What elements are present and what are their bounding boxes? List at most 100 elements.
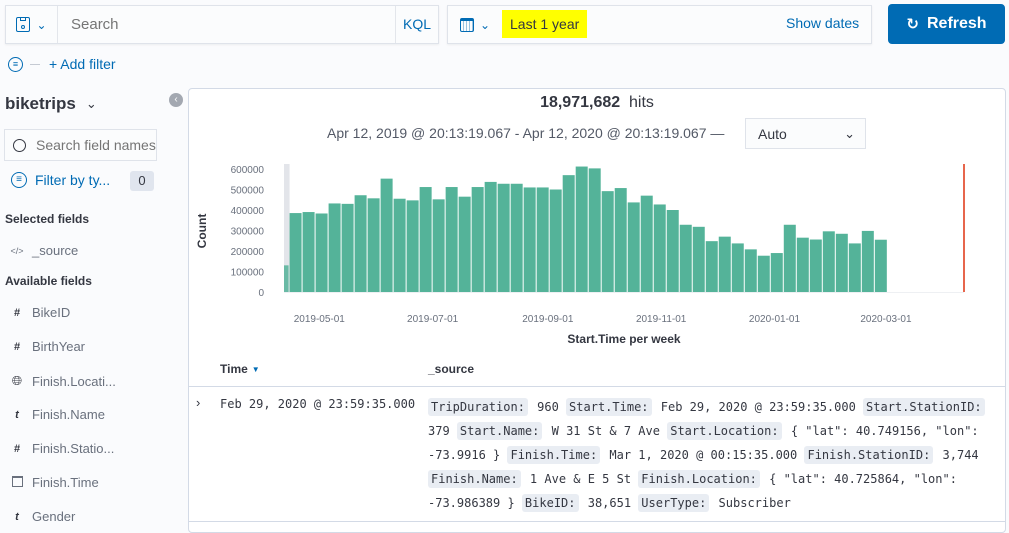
refresh-label: Refresh xyxy=(927,15,987,32)
x-tick-label: 2020-01-01 xyxy=(749,314,801,325)
histogram-bar[interactable] xyxy=(835,233,848,292)
histogram-bar[interactable] xyxy=(562,175,575,292)
histogram-bar[interactable] xyxy=(861,230,874,292)
y-tick-label: 200000 xyxy=(231,247,265,258)
histogram-bar[interactable] xyxy=(406,200,419,292)
histogram-bar[interactable] xyxy=(289,213,302,292)
y-tick-label: 400000 xyxy=(231,206,265,217)
histogram-bar[interactable] xyxy=(770,253,783,292)
field-name: Finish.Statio... xyxy=(32,441,115,456)
hits-count: 18,971,682 hits xyxy=(188,94,1006,112)
quick-menu-button[interactable]: ⌄ xyxy=(448,6,502,43)
histogram-bar[interactable] xyxy=(471,187,484,292)
histogram-bar[interactable] xyxy=(666,210,679,292)
filter-menu-icon[interactable]: ≡ xyxy=(8,57,23,72)
histogram-bar[interactable] xyxy=(692,226,705,292)
histogram-bar[interactable] xyxy=(874,239,887,292)
histogram-bar[interactable] xyxy=(588,168,601,292)
histogram-bar[interactable] xyxy=(510,183,523,292)
field-name: _source xyxy=(32,243,79,258)
x-tick-label: 2019-05-01 xyxy=(294,314,346,325)
histogram-bar[interactable] xyxy=(354,195,367,292)
source-field-value: 379 xyxy=(428,424,457,438)
histogram-bar[interactable] xyxy=(614,188,627,292)
field-gender[interactable]: t Gender xyxy=(10,509,75,524)
histogram-bar[interactable] xyxy=(445,187,458,292)
index-pattern-selector[interactable]: biketrips ⌄ xyxy=(5,94,97,114)
histogram-bar[interactable] xyxy=(731,243,744,292)
field-name: Finish.Time xyxy=(32,475,99,490)
histogram-bar[interactable] xyxy=(744,249,757,292)
histogram-bar[interactable] xyxy=(393,198,406,292)
histogram-bar[interactable] xyxy=(432,199,445,292)
field-search[interactable] xyxy=(4,129,157,161)
histogram-bar[interactable] xyxy=(783,224,796,292)
histogram-bar[interactable] xyxy=(822,231,835,292)
interval-select[interactable]: Auto ⌄ xyxy=(745,118,866,149)
histogram-bar[interactable] xyxy=(484,181,497,292)
column-header-time[interactable]: Time ▼ xyxy=(220,362,260,376)
field-name: BirthYear xyxy=(32,339,85,354)
field-name: BikeID xyxy=(32,305,71,320)
search-icon xyxy=(13,138,26,152)
histogram-bar[interactable] xyxy=(523,187,536,292)
histogram-bar[interactable] xyxy=(796,237,809,292)
histogram-bar[interactable] xyxy=(315,213,328,292)
refresh-button[interactable]: ↻ Refresh xyxy=(888,4,1005,44)
field-finish-name[interactable]: t Finish.Name xyxy=(10,407,105,422)
kql-toggle[interactable]: KQL xyxy=(395,6,438,43)
show-dates-button[interactable]: Show dates xyxy=(786,15,859,31)
source-field-key: Finish.Name: xyxy=(428,470,521,488)
histogram-bar[interactable] xyxy=(601,191,614,292)
histogram-bar[interactable] xyxy=(284,265,289,292)
histogram-bar[interactable] xyxy=(458,196,471,292)
globe-icon: 🌐︎ xyxy=(11,373,23,388)
histogram-bar[interactable] xyxy=(367,198,380,292)
field-search-input[interactable] xyxy=(36,137,156,153)
filter-icon: ≡ xyxy=(11,172,27,188)
expand-row-icon[interactable]: › xyxy=(196,395,200,410)
histogram-bar[interactable] xyxy=(640,195,653,292)
collapse-sidebar-icon[interactable]: ‹ xyxy=(169,93,183,107)
date-range-value[interactable]: Last 1 year xyxy=(502,10,588,38)
histogram-bar[interactable] xyxy=(497,183,510,292)
divider xyxy=(189,521,1005,522)
calendar-icon xyxy=(459,17,474,32)
add-filter-button[interactable]: + Add filter xyxy=(49,56,116,72)
filter-by-type-button[interactable]: ≡ Filter by ty... xyxy=(11,172,110,188)
selected-fields-heading: Selected fields xyxy=(5,212,90,226)
histogram-bar[interactable] xyxy=(341,203,354,292)
histogram-bar[interactable] xyxy=(627,202,640,292)
histogram-bar[interactable] xyxy=(302,212,315,292)
histogram-bar[interactable] xyxy=(549,189,562,293)
field-finish-location[interactable]: 🌐︎ Finish.Locati... xyxy=(10,373,116,389)
histogram-bar[interactable] xyxy=(705,241,718,292)
field-finish-time[interactable]: Finish.Time xyxy=(10,475,99,490)
histogram-bar[interactable] xyxy=(536,187,549,292)
saved-query-button[interactable]: ⌄ xyxy=(6,6,58,43)
sort-descending-icon[interactable]: ▼ xyxy=(252,365,260,374)
source-field-key: BikeID: xyxy=(521,494,579,512)
number-icon: # xyxy=(13,306,21,319)
histogram-bar[interactable] xyxy=(679,224,692,292)
histogram-bar[interactable] xyxy=(848,243,861,292)
histogram-bar[interactable] xyxy=(328,203,341,292)
y-tick-label: 500000 xyxy=(231,186,265,197)
calendar-icon xyxy=(10,475,24,490)
histogram-bar[interactable] xyxy=(653,204,666,292)
field-source[interactable]: </> _source xyxy=(10,243,78,258)
histogram-bar[interactable] xyxy=(718,236,731,292)
column-label: Time xyxy=(220,362,248,376)
histogram-bar[interactable] xyxy=(757,255,770,292)
histogram-bar[interactable] xyxy=(419,187,432,292)
field-bikeid[interactable]: # BikeID xyxy=(10,305,70,320)
histogram-bar[interactable] xyxy=(575,166,588,292)
field-birthyear[interactable]: # BirthYear xyxy=(10,339,85,354)
histogram-bar[interactable] xyxy=(380,178,393,292)
histogram-bar[interactable] xyxy=(809,239,822,292)
histogram-chart[interactable]: 0 100000 200000 300000 400000 500000 600000 201… xyxy=(188,155,1006,350)
field-finish-stationid[interactable]: # Finish.Statio... xyxy=(10,441,114,456)
source-field-key: TripDuration: xyxy=(428,398,528,416)
search-input[interactable] xyxy=(58,6,394,43)
code-icon: </> xyxy=(10,245,24,256)
